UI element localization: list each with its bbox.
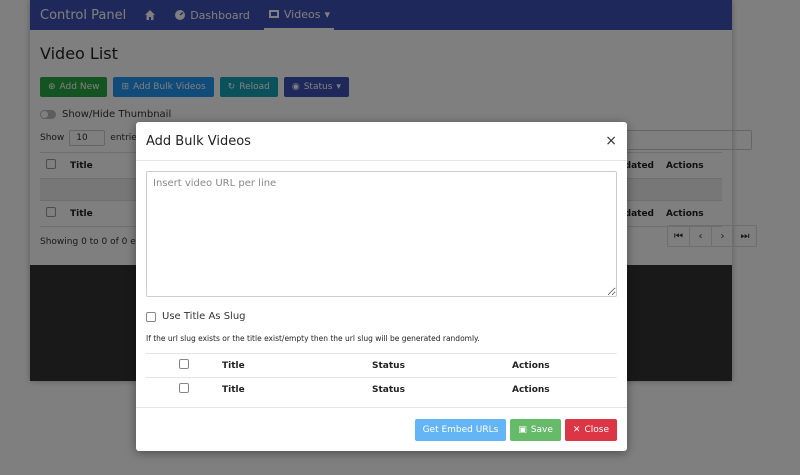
column-status: Status — [372, 360, 405, 371]
select-all-cell — [146, 354, 222, 378]
bulk-videos-table: Title Status Actions Title Status Action… — [146, 353, 617, 401]
close-icon[interactable]: × — [605, 133, 617, 149]
select-all-checkbox[interactable] — [179, 383, 189, 393]
slug-help-text: If the url slug exists or the title exis… — [146, 334, 480, 343]
save-icon: ▣ — [518, 424, 527, 435]
get-embed-urls-button[interactable]: Get Embed URLs — [414, 418, 507, 441]
column-title: Title — [222, 384, 245, 395]
use-title-as-slug-row: Use Title As Slug — [146, 311, 617, 322]
column-title: Title — [222, 360, 245, 371]
modal-header: Add Bulk Videos × — [136, 122, 627, 161]
column-actions: Actions — [512, 360, 550, 371]
select-all-checkbox[interactable] — [179, 359, 189, 369]
save-label: Save — [530, 424, 553, 435]
close-button[interactable]: ✕ Close — [564, 418, 617, 441]
modal-body: Use Title As Slug If the url slug exists… — [136, 161, 627, 411]
table-header-row: Title Status Actions — [146, 353, 617, 378]
use-title-as-slug-label[interactable]: Use Title As Slug — [162, 311, 246, 322]
column-status: Status — [372, 384, 405, 395]
modal-footer: Get Embed URLs ▣ Save ✕ Close — [136, 407, 627, 451]
use-title-as-slug-checkbox[interactable] — [146, 311, 156, 322]
close-label: Close — [584, 424, 609, 435]
times-icon: ✕ — [572, 424, 581, 435]
select-all-cell — [146, 378, 222, 402]
table-footer-row: Title Status Actions — [146, 377, 617, 402]
modal-title: Add Bulk Videos — [146, 133, 251, 149]
column-actions: Actions — [512, 384, 550, 395]
save-button[interactable]: ▣ Save — [510, 418, 561, 441]
video-urls-textarea[interactable] — [146, 171, 617, 297]
add-bulk-videos-modal: Add Bulk Videos × Use Title As Slug If t… — [136, 122, 627, 451]
